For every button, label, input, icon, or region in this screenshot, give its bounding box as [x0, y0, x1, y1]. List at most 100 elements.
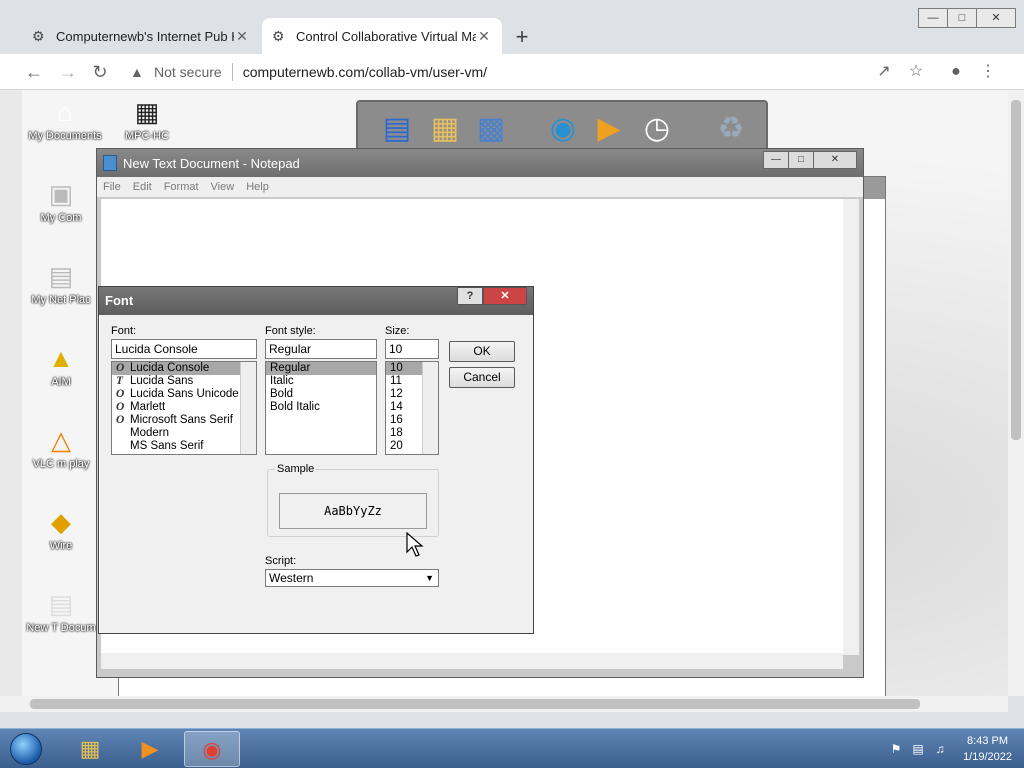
list-item[interactable]: Italic	[266, 375, 376, 388]
cancel-button[interactable]: Cancel	[449, 367, 515, 388]
list-item[interactable]: Bold	[266, 388, 376, 401]
address-bar[interactable]: ▲ Not secure computernewb.com/collab-vm/…	[122, 58, 928, 86]
list-item[interactable]: Regular	[266, 362, 376, 375]
clock-icon[interactable]: ◷	[636, 108, 678, 150]
url-text: computernewb.com/collab-vm/user-vm/	[242, 64, 487, 80]
tab-close-icon[interactable]: ✕	[234, 28, 250, 45]
list-item[interactable]: O Lucida Console	[112, 362, 256, 375]
desktop-icon-aim[interactable]: ▲ AIM	[22, 342, 100, 388]
back-arrow-icon[interactable]: ←	[22, 60, 46, 84]
list-item[interactable]: T Lucida Sans	[112, 375, 256, 388]
list-item[interactable]: Modern	[112, 427, 256, 440]
folder-icon[interactable]: ▦	[424, 108, 466, 150]
taskbar-explorer-icon[interactable]: ▦	[62, 731, 118, 767]
maximize-button[interactable]: □	[947, 8, 977, 28]
reload-icon[interactable]: ↻	[88, 60, 112, 84]
desktop-icon-my-computer[interactable]: ▣ My Com	[22, 178, 100, 224]
taskbar-chrome-icon[interactable]: ◉	[184, 731, 240, 767]
globe-icon[interactable]: ◉	[542, 108, 584, 150]
script-select[interactable]: Western ▼	[265, 569, 439, 587]
vm-viewport[interactable]: ⌂ My Documents ▦ MPC-HC ▣ My Com ▤ My Ne…	[0, 90, 1008, 696]
monitor-icon[interactable]: ▤	[376, 108, 418, 150]
font-name-input[interactable]: Lucida Console	[111, 339, 257, 359]
tab-computernewb[interactable]: ⚙ Computernewb's Internet Pub Hu ✕	[22, 18, 260, 54]
font-dialog-controls: ? ✕	[457, 287, 527, 305]
menu-help[interactable]: Help	[246, 181, 269, 193]
desktop-icon-mpc-hc[interactable]: ▦ MPC-HC	[108, 96, 186, 142]
start-button[interactable]	[4, 729, 48, 768]
size-list-scrollbar[interactable]	[422, 362, 438, 454]
notepad-minimize-button[interactable]: —	[763, 151, 789, 169]
font-list-scrollbar[interactable]	[240, 362, 256, 454]
font-label: Font:	[111, 325, 137, 337]
font-style-list[interactable]: Regular Italic Bold Bold Italic	[265, 361, 377, 455]
media-player-icon[interactable]: ▶	[588, 108, 630, 150]
font-size-list[interactable]: 10 11 12 14 16 18 20	[385, 361, 439, 455]
menu-edit[interactable]: Edit	[133, 181, 152, 193]
font-dialog: Font ? ✕ Font: Lucida Console O Lucida Co…	[98, 286, 534, 634]
script-value: Western	[269, 571, 314, 585]
list-item[interactable]: O Microsoft Sans Serif	[112, 414, 256, 427]
desktop-icon-wireshark[interactable]: ◆ Wire	[22, 506, 100, 552]
notepad-titlebar[interactable]: New Text Document - Notepad — □ ✕	[97, 149, 863, 177]
notepad-maximize-button[interactable]: □	[788, 151, 814, 169]
vm-desktop[interactable]: ⌂ My Documents ▦ MPC-HC ▣ My Com ▤ My Ne…	[22, 90, 1008, 696]
size-label: Size:	[385, 325, 410, 337]
horizontal-scroll-thumb[interactable]	[30, 699, 920, 709]
close-button[interactable]: ✕	[976, 8, 1016, 28]
font-dialog-close-button[interactable]: ✕	[483, 287, 527, 305]
bookmark-star-icon[interactable]: ☆	[904, 60, 928, 84]
taskbar-media-player-icon[interactable]: ▶	[122, 731, 178, 767]
list-item[interactable]: MS Sans Serif	[112, 440, 256, 453]
minimize-button[interactable]: —	[918, 8, 948, 28]
menu-kebab-icon[interactable]: ⋮	[976, 60, 1000, 84]
tab-close-icon[interactable]: ✕	[476, 28, 492, 45]
volume-icon[interactable]: ♫	[931, 742, 949, 756]
warning-icon: ▲	[130, 64, 144, 80]
font-name-list[interactable]: O Lucida Console T Lucida Sans O Lucida San…	[111, 361, 257, 455]
tab-collab-vm[interactable]: ⚙ Control Collaborative Virtual Mac ✕	[262, 18, 502, 54]
share-icon[interactable]: ↗	[872, 60, 896, 84]
action-center-flag-icon[interactable]: ⚑	[887, 742, 905, 756]
font-style-input[interactable]: Regular	[265, 339, 377, 359]
page-vertical-scrollbar[interactable]	[1008, 90, 1024, 696]
menu-format[interactable]: Format	[164, 181, 199, 193]
notepad-close-button[interactable]: ✕	[813, 151, 857, 169]
sample-preview: AaBbYyZz	[279, 493, 427, 529]
clock-time: 8:43 PM	[967, 735, 1009, 747]
font-size-input[interactable]: 10	[385, 339, 439, 359]
network-icon[interactable]: ▤	[909, 742, 927, 756]
clock-date: 1/19/2022	[963, 751, 1012, 763]
desktop-icon-vlc[interactable]: △ VLC m play	[22, 424, 100, 470]
forward-arrow-icon[interactable]: →	[56, 60, 80, 84]
menu-view[interactable]: View	[211, 181, 235, 193]
desktop-icon-new-text-document[interactable]: ▤ New T Docum	[22, 588, 100, 634]
notepad-icon	[103, 155, 117, 171]
list-item[interactable]: Bold Italic	[266, 401, 376, 414]
notepad-title: New Text Document - Notepad	[123, 155, 300, 171]
control-panel-icon[interactable]: ▩	[470, 108, 512, 150]
recycle-bin-icon[interactable]: ♻	[710, 108, 752, 150]
dropdown-arrow-icon: ▼	[425, 573, 434, 583]
clock[interactable]: 8:43 PM 1/19/2022	[963, 733, 1012, 765]
ok-button[interactable]: OK	[449, 341, 515, 362]
font-dialog-titlebar[interactable]: Font ? ✕	[99, 287, 533, 315]
browser-titlebar: ⚙ Computernewb's Internet Pub Hu ✕ ⚙ Con…	[0, 0, 1024, 54]
sample-label: Sample	[275, 463, 317, 475]
security-status: Not secure	[154, 64, 222, 80]
vertical-scroll-thumb[interactable]	[1011, 100, 1021, 440]
new-tab-button[interactable]: +	[510, 24, 534, 50]
page-horizontal-scrollbar[interactable]	[0, 696, 1008, 712]
aim-icon: ▲	[48, 343, 74, 373]
desktop-icon-my-documents[interactable]: ⌂ My Documents	[26, 96, 104, 142]
help-button[interactable]: ?	[457, 287, 483, 305]
notepad-vertical-scrollbar[interactable]	[843, 199, 859, 655]
list-item[interactable]: O Lucida Sans Unicode	[112, 388, 256, 401]
menu-file[interactable]: File	[103, 181, 121, 193]
site-favicon-icon: ⚙	[32, 28, 45, 44]
desktop-icon-my-network-places[interactable]: ▤ My Net Plac	[22, 260, 100, 306]
list-item[interactable]: O Marlett	[112, 401, 256, 414]
notepad-horizontal-scrollbar[interactable]	[101, 653, 843, 669]
clapperboard-icon: ▦	[134, 97, 160, 127]
profile-avatar-icon[interactable]: ●	[944, 60, 968, 84]
